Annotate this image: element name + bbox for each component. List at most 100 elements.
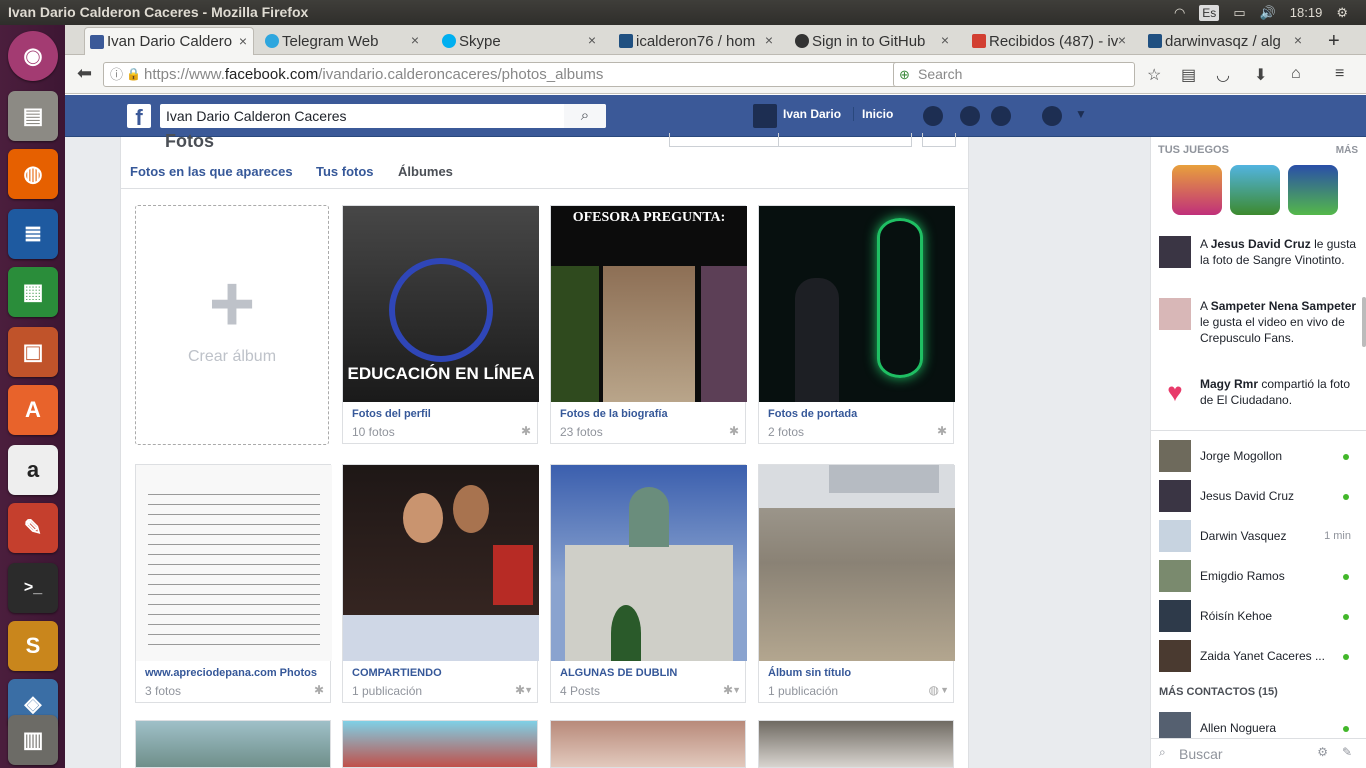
globe-privacy-icon[interactable]: ◍ — [929, 683, 939, 697]
album-cover[interactable] — [759, 206, 955, 402]
profile-link[interactable]: Ivan Dario — [783, 107, 841, 121]
album-cover-partial[interactable] — [342, 720, 538, 768]
games-more-link[interactable]: MÁS — [1336, 145, 1358, 156]
tab-facebook[interactable]: Ivan Dario Caldero × — [84, 27, 254, 55]
wifi-icon[interactable]: ◠ — [1174, 0, 1185, 25]
software-center-icon[interactable]: A — [8, 385, 58, 435]
bookmark-star-icon[interactable]: ☆ — [1147, 65, 1161, 85]
create-album-card[interactable]: + Crear álbum — [135, 205, 329, 445]
album-cover-partial[interactable] — [550, 720, 746, 768]
ticker-name[interactable]: Magy Rmr — [1200, 377, 1258, 391]
album-cover-partial[interactable] — [758, 720, 954, 768]
close-tab-icon[interactable]: × — [765, 32, 773, 48]
tab-your-photos[interactable]: Tus fotos — [316, 164, 374, 179]
search-bar[interactable]: ⊕ Search — [893, 62, 1135, 87]
album-cover[interactable] — [551, 465, 747, 661]
compose-icon[interactable]: ✎ — [1342, 745, 1352, 759]
bookmarks-list-icon[interactable]: ▤ — [1181, 65, 1196, 85]
album-title[interactable]: Álbum sin título — [759, 661, 953, 679]
ticker-item[interactable]: A Jesus David Cruz le gusta la foto de S… — [1159, 236, 1359, 268]
search-engine-icon[interactable]: ⊕ — [899, 63, 910, 86]
facebook-logo-icon[interactable]: f — [127, 104, 151, 130]
chevron-down-icon[interactable]: ▼ — [940, 685, 949, 695]
url-bar[interactable]: ⓘ 🔒 https://www.facebook.com/ivandario.c… — [103, 62, 950, 87]
album-cover-partial[interactable] — [135, 720, 331, 768]
tab-photos-of-you[interactable]: Fotos en las que apareces — [130, 164, 293, 179]
menu-icon[interactable]: ≡ — [1335, 65, 1344, 83]
close-tab-icon[interactable]: × — [588, 32, 596, 48]
close-tab-icon[interactable]: × — [1294, 32, 1302, 48]
chat-contact[interactable]: Darwin Vasquez 1 min — [1159, 520, 1359, 556]
tab-skype[interactable]: Skype × — [437, 27, 602, 55]
album-title[interactable]: Fotos del perfil — [343, 402, 537, 420]
album-card[interactable]: EDUCACIÓN EN LÍNEA Fotos del perfil 10 f… — [342, 205, 539, 444]
chat-search-bar[interactable]: ⌕ Buscar ⚙ ✎ — [1151, 738, 1366, 768]
album-title[interactable]: COMPARTIENDO — [343, 661, 537, 679]
close-tab-icon[interactable]: × — [411, 32, 419, 48]
tab-albums[interactable]: Álbumes — [398, 164, 453, 179]
chat-contact[interactable]: Jorge Mogollon — [1159, 440, 1359, 476]
chat-contact[interactable]: Jesus David Cruz — [1159, 480, 1359, 516]
album-card[interactable]: ALGUNAS DE DUBLIN 4 Posts ✱ ▼ — [550, 464, 747, 703]
search-button[interactable]: ⌕ — [564, 104, 606, 128]
tab-gmail[interactable]: Recibidos (487) - iv × — [967, 27, 1132, 55]
ticker-item[interactable]: ♥ Magy Rmr compartió la foto de El Ciuda… — [1159, 376, 1359, 408]
album-card[interactable]: Fotos de portada 2 fotos ✱ — [758, 205, 955, 444]
ticker-name[interactable]: Jesus David Cruz — [1211, 237, 1311, 251]
files-icon[interactable]: ▤ — [8, 91, 58, 141]
create-album-top-button[interactable] — [778, 133, 912, 147]
tab-bitbucket-darwin[interactable]: darwinvasqz / alg × — [1143, 27, 1308, 55]
terminal-icon[interactable]: >_ — [8, 563, 58, 613]
album-cover[interactable]: EDUCACIÓN EN LÍNEA — [343, 206, 539, 402]
profile-avatar[interactable] — [753, 104, 777, 128]
sublime-text-icon[interactable]: S — [8, 621, 58, 671]
close-tab-icon[interactable]: × — [239, 33, 247, 49]
add-photos-button[interactable] — [669, 133, 779, 147]
album-title[interactable]: www.apreciodepana.com Photos — [136, 661, 330, 679]
home-link[interactable]: Inicio — [853, 107, 893, 121]
album-cover[interactable] — [136, 465, 332, 661]
tab-telegram[interactable]: Telegram Web × — [260, 27, 425, 55]
album-card[interactable]: OFESORA PREGUNTA: Fotos de la biografía … — [550, 205, 747, 444]
chat-contact[interactable]: Emigdio Ramos — [1159, 560, 1359, 596]
gear-icon[interactable]: ✱ — [521, 424, 531, 438]
back-icon[interactable]: ⬅ — [77, 63, 92, 84]
friend-requests-icon[interactable] — [923, 106, 943, 126]
album-card[interactable]: Álbum sin título 1 publicación ◍ ▼ — [758, 464, 955, 703]
volume-icon[interactable]: 🔊 — [1260, 0, 1276, 25]
chat-contact[interactable]: Róisín Kehoe — [1159, 600, 1359, 636]
pocket-icon[interactable]: ◡ — [1216, 65, 1230, 85]
ticker-item[interactable]: A Sampeter Nena Sampeter le gusta el vid… — [1159, 298, 1359, 346]
tab-bitbucket-icalderon[interactable]: icalderon76 / hom × — [614, 27, 779, 55]
facebook-search-input[interactable]: Ivan Dario Calderon Caceres — [160, 104, 606, 128]
album-cover[interactable] — [759, 465, 955, 661]
album-title[interactable]: Fotos de la biografía — [551, 402, 745, 420]
tab-github[interactable]: Sign in to GitHub × — [790, 27, 955, 55]
album-cover[interactable]: OFESORA PREGUNTA: — [551, 206, 747, 402]
system-settings-icon[interactable]: ✎ — [8, 503, 58, 553]
home-icon[interactable]: ⌂ — [1291, 65, 1301, 83]
settings-gear-icon[interactable]: ⚙ — [1336, 0, 1348, 25]
ubuntu-logo-icon[interactable]: ◉ — [8, 31, 58, 81]
chat-contact[interactable]: Zaida Yanet Caceres ... — [1159, 640, 1359, 676]
gear-icon[interactable]: ✱ — [937, 424, 947, 438]
battery-icon[interactable]: ▭ — [1233, 0, 1245, 25]
album-title[interactable]: ALGUNAS DE DUBLIN — [551, 661, 745, 679]
calc-icon[interactable]: ▦ — [8, 267, 58, 317]
album-title[interactable]: Fotos de portada — [759, 402, 953, 420]
site-info-icon[interactable]: ⓘ — [110, 63, 123, 86]
candy-crush-soda-icon[interactable] — [1172, 165, 1222, 215]
help-icon[interactable] — [1042, 106, 1062, 126]
album-card[interactable]: COMPARTIENDO 1 publicación ✱ ▼ — [342, 464, 539, 703]
chevron-down-icon[interactable]: ▼ — [524, 685, 533, 695]
sidebar-scrollbar[interactable] — [1362, 297, 1366, 347]
writer-icon[interactable]: ≣ — [8, 209, 58, 259]
chevron-down-icon[interactable]: ▼ — [732, 685, 741, 695]
amazon-icon[interactable]: a — [8, 445, 58, 495]
keyboard-layout[interactable]: Es — [1199, 4, 1220, 21]
firefox-icon[interactable]: ◍ — [8, 149, 58, 199]
farmville-icon[interactable] — [1230, 165, 1280, 215]
new-tab-button[interactable]: + — [1321, 27, 1351, 55]
account-menu-chevron-icon[interactable]: ▼ — [1075, 107, 1087, 121]
notifications-globe-icon[interactable] — [991, 106, 1011, 126]
